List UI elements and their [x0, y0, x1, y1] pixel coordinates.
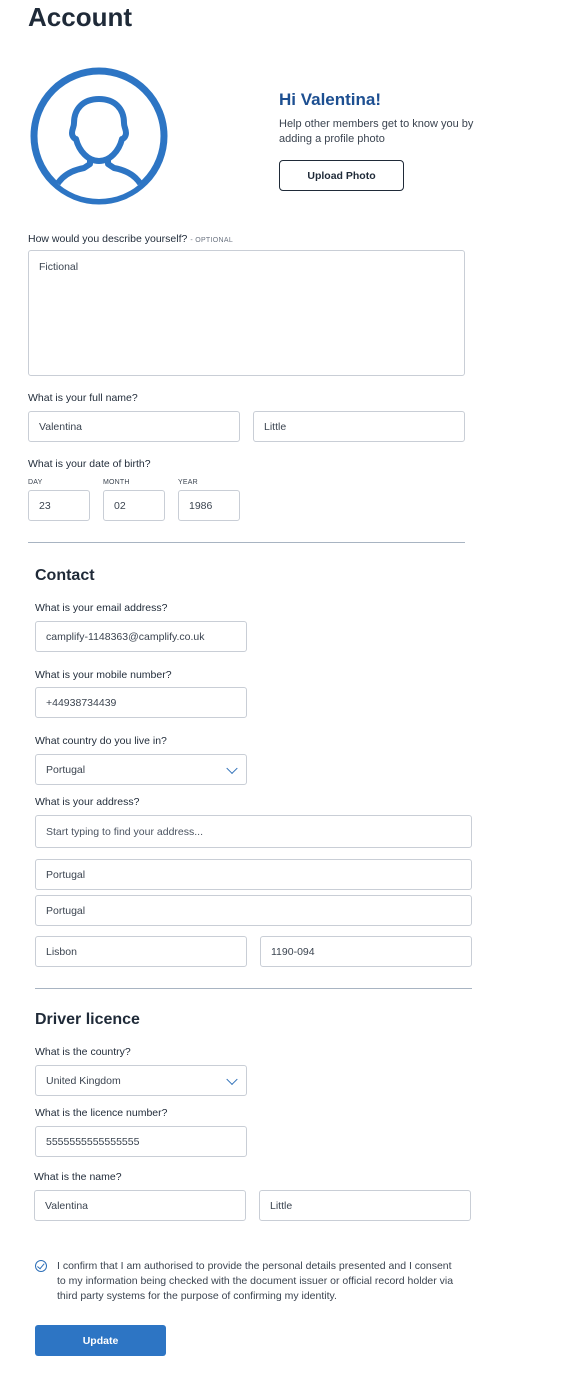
dob-year-input[interactable]: 1986: [178, 490, 240, 521]
optional-tag: - OPTIONAL: [190, 237, 234, 244]
greeting: Hi Valentina!: [279, 90, 382, 109]
upload-photo-button[interactable]: Upload Photo: [279, 160, 404, 191]
full-name-label: What is your full name?: [28, 392, 138, 404]
address-line2-input[interactable]: Portugal: [35, 895, 472, 926]
chevron-down-icon: [226, 762, 238, 774]
licence-number-label: What is the licence number?: [35, 1107, 168, 1119]
describe-label: How would you describe yourself? - OPTION…: [28, 233, 234, 245]
consent-checkbox[interactable]: [35, 1260, 47, 1272]
licence-name-label: What is the name?: [34, 1171, 122, 1183]
month-label: MONTH: [103, 479, 130, 486]
chevron-down-icon: [226, 1073, 238, 1085]
last-name-input[interactable]: Little: [253, 411, 465, 442]
section-divider: [28, 542, 465, 543]
user-avatar-icon[interactable]: [28, 65, 170, 207]
email-input[interactable]: camplify-1148363@camplify.co.uk: [35, 621, 247, 652]
dob-month-input[interactable]: 02: [103, 490, 165, 521]
year-label: YEAR: [178, 479, 198, 486]
mobile-label: What is your mobile number?: [35, 669, 172, 681]
describe-textarea[interactable]: Fictional: [28, 250, 465, 376]
postcode-input[interactable]: 1190-094: [260, 936, 472, 967]
profile-help-text: Help other members get to know you by ad…: [279, 118, 474, 145]
email-label: What is your email address?: [35, 602, 168, 614]
licence-heading: Driver licence: [35, 1011, 140, 1028]
country-label: What country do you live in?: [35, 735, 167, 747]
first-name-input[interactable]: Valentina: [28, 411, 240, 442]
licence-country-select[interactable]: United Kingdom: [35, 1065, 247, 1096]
licence-country-label: What is the country?: [35, 1046, 131, 1058]
contact-heading: Contact: [35, 567, 95, 584]
licence-first-name-input[interactable]: Valentina: [34, 1190, 246, 1221]
address-line1-input[interactable]: Portugal: [35, 859, 472, 890]
consent-text: I confirm that I am authorised to provid…: [57, 1260, 454, 1302]
page-title: Account: [28, 2, 132, 32]
mobile-input[interactable]: +44938734439: [35, 687, 247, 718]
address-label: What is your address?: [35, 796, 140, 808]
dob-day-input[interactable]: 23: [28, 490, 90, 521]
licence-number-input[interactable]: 5555555555555555: [35, 1126, 247, 1157]
update-button[interactable]: Update: [35, 1325, 166, 1356]
dob-label: What is your date of birth?: [28, 458, 151, 470]
licence-last-name-input[interactable]: Little: [259, 1190, 471, 1221]
address-search-input[interactable]: Start typing to find your address...: [35, 815, 472, 848]
day-label: DAY: [28, 479, 43, 486]
section-divider: [35, 988, 472, 989]
country-select[interactable]: Portugal: [35, 754, 247, 785]
city-input[interactable]: Lisbon: [35, 936, 247, 967]
